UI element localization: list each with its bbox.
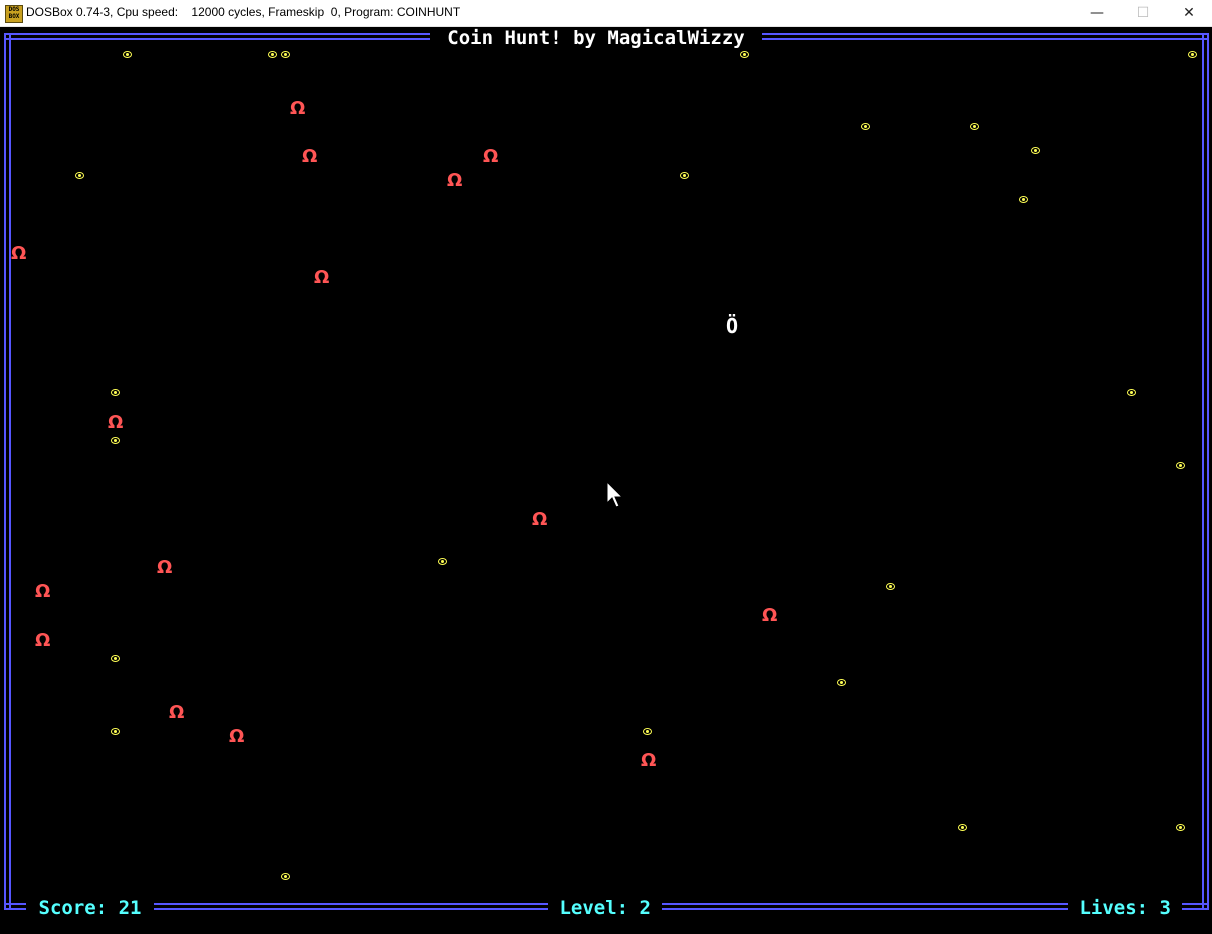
dosbox-app-icon: DOS BOX (5, 5, 23, 23)
coin (75, 172, 84, 179)
game-screen[interactable]: Coin Hunt! by MagicalWizzy Ω Ω Ω Ω Ω Ω Ω… (0, 27, 1212, 934)
coin (281, 873, 290, 880)
maximize-button[interactable]: ☐ (1120, 0, 1166, 26)
window-title: DOSBox 0.74-3, Cpu speed: 12000 cycles, … (26, 5, 461, 19)
coin (111, 655, 120, 662)
coin (837, 679, 846, 686)
enemy: Ω (169, 702, 185, 723)
coin (740, 51, 749, 58)
coin (111, 437, 120, 444)
coin (268, 51, 277, 58)
coin (886, 583, 895, 590)
enemy: Ω (314, 267, 330, 288)
enemy: Ω (762, 605, 778, 626)
coin (680, 172, 689, 179)
enemy: Ω (11, 243, 27, 264)
window-titlebar[interactable]: DOS BOX DOSBox 0.74-3, Cpu speed: 12000 … (0, 0, 1212, 27)
lives-display: Lives: 3 (1068, 896, 1183, 920)
coin (1176, 824, 1185, 831)
enemy: Ω (157, 557, 173, 578)
enemy: Ω (229, 726, 245, 747)
coin (1127, 389, 1136, 396)
level-display: Level: 2 (548, 896, 663, 920)
coin (643, 728, 652, 735)
enemy: Ω (447, 170, 463, 191)
frame-left (4, 33, 11, 910)
close-button[interactable]: ✕ (1166, 0, 1212, 26)
coin (1188, 51, 1197, 58)
enemy: Ω (532, 509, 548, 530)
enemy: Ω (641, 750, 657, 771)
coin (281, 51, 290, 58)
coin (111, 728, 120, 735)
coin (861, 123, 870, 130)
game-title: Coin Hunt! by MagicalWizzy (430, 27, 762, 49)
coin (1176, 462, 1185, 469)
enemy: Ω (108, 412, 124, 433)
player: Ö (725, 314, 739, 338)
score-display: Score: 21 (26, 896, 154, 920)
enemy: Ω (35, 630, 51, 651)
coin (111, 389, 120, 396)
enemy: Ω (35, 581, 51, 602)
enemy: Ω (483, 146, 499, 167)
frame-right (1202, 33, 1209, 910)
coin (1019, 196, 1028, 203)
enemy: Ω (302, 146, 318, 167)
coin (123, 51, 132, 58)
coin (1031, 147, 1040, 154)
enemy: Ω (290, 98, 306, 119)
minimize-button[interactable]: — (1074, 0, 1120, 26)
coin (438, 558, 447, 565)
coin (958, 824, 967, 831)
coin (970, 123, 979, 130)
mouse-cursor-icon (606, 481, 624, 508)
